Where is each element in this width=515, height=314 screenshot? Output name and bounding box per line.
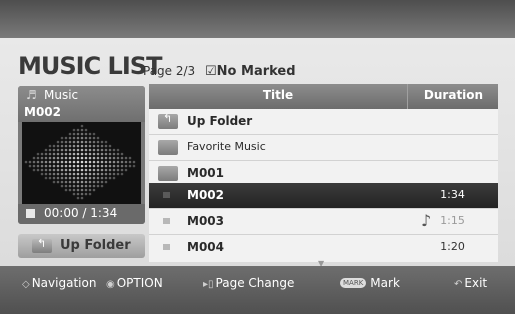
list-item-label: Up Folder — [187, 114, 253, 128]
marked-status-label: No Marked — [216, 64, 296, 79]
visualizer-graphic — [22, 122, 141, 204]
exit-hint[interactable]: ↶ Exit — [454, 276, 487, 290]
page-info: Page 2/3 ☑No Marked — [143, 64, 296, 79]
list-item-label: M003 — [187, 214, 224, 228]
list-item-label: M004 — [187, 240, 224, 254]
playback-time: 00:00 / 1:34 — [44, 206, 118, 220]
page-key-icon: ▸▯ — [203, 279, 214, 290]
list-item-m003[interactable]: M003 ♪ 1:15 — [149, 209, 498, 235]
list-item-duration: 1:15 — [440, 214, 465, 227]
up-folder-button[interactable]: Up Folder — [18, 234, 145, 258]
folder-icon — [158, 166, 178, 181]
mark-hint[interactable]: MARK Mark — [340, 276, 400, 290]
preview-header: ♬ Music M002 — [18, 86, 145, 122]
option-hint[interactable]: ◉ OPTION — [106, 276, 163, 290]
playback-time-bar: 00:00 / 1:34 — [18, 204, 145, 224]
list-item-label: M002 — [187, 188, 224, 202]
list-item-favorite-music[interactable]: Favorite Music — [149, 135, 498, 161]
page-change-label: Page Change — [215, 276, 295, 290]
current-file-label: M002 — [24, 105, 61, 119]
folder-icon — [158, 140, 178, 155]
stop-icon — [26, 209, 35, 218]
up-folder-icon — [32, 237, 52, 253]
column-title: Title — [262, 88, 294, 102]
list-item-up-folder[interactable]: Up Folder — [149, 109, 498, 135]
file-list: Title Duration Up Folder Favorite Music … — [149, 84, 498, 262]
category-label: Music — [44, 88, 79, 102]
top-bar — [0, 0, 515, 38]
page-indicator: Page 2/3 — [143, 64, 196, 78]
list-item-duration: 1:34 — [440, 188, 465, 201]
exit-label: Exit — [464, 276, 488, 290]
column-duration-cell: Duration — [407, 84, 499, 109]
music-file-icon — [163, 192, 170, 198]
preview-panel: ♬ Music M002 00:00 / 1:34 — [18, 86, 145, 224]
list-item-label: Favorite Music — [187, 140, 266, 153]
music-file-icon — [163, 244, 170, 250]
mark-label: Mark — [370, 276, 400, 290]
column-duration: Duration — [423, 88, 484, 102]
option-button-icon: ◉ — [106, 279, 115, 290]
exit-icon: ↶ — [454, 279, 463, 290]
help-bar: ◇ Navigation ◉ OPTION ▸▯ Page Change MARK Ma… — [0, 266, 515, 314]
music-file-icon — [163, 218, 170, 224]
list-item-m004[interactable]: M004 1:20 — [149, 235, 498, 260]
list-item-duration: 1:20 — [440, 240, 465, 253]
checkbox-icon: ☑ — [205, 64, 217, 79]
dpad-icon: ◇ — [22, 279, 30, 290]
mark-key-icon: MARK — [340, 278, 367, 288]
marked-status: ☑No Marked — [205, 64, 296, 79]
page-change-hint[interactable]: ▸▯ Page Change — [203, 276, 294, 290]
up-folder-icon — [158, 112, 178, 129]
up-folder-label: Up Folder — [60, 238, 131, 253]
list-header: Title Duration — [149, 84, 498, 109]
navigation-hint: ◇ Navigation — [22, 276, 96, 290]
music-category-icon: ♬ — [26, 88, 37, 102]
navigation-label: Navigation — [31, 276, 97, 290]
page-title: MUSIC LIST — [18, 52, 162, 80]
list-item-m002-selected[interactable]: M002 1:34 — [149, 183, 498, 209]
list-item-label: M001 — [187, 166, 224, 180]
option-label: OPTION — [116, 276, 163, 290]
